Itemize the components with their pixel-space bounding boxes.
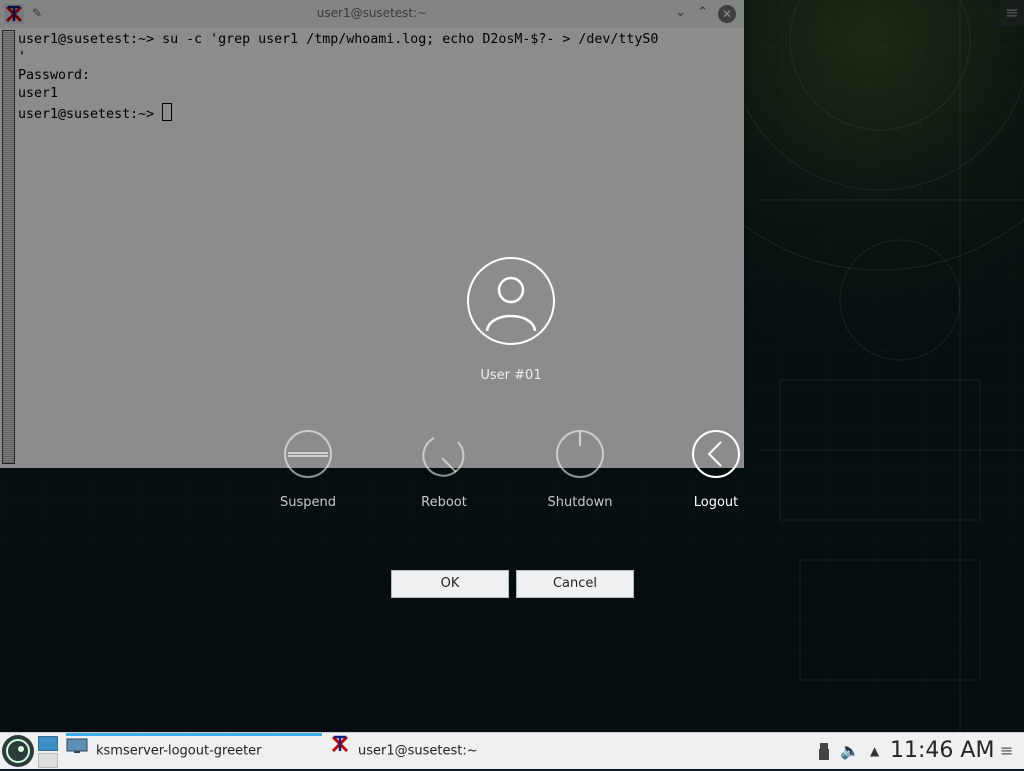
desktop-1[interactable]: [38, 736, 58, 751]
reboot-icon: [420, 430, 468, 478]
panel-menu-icon[interactable]: ≡: [1000, 733, 1013, 769]
logout-button[interactable]: Logout: [666, 430, 766, 510]
cancel-button[interactable]: Cancel: [516, 570, 634, 598]
monitor-icon: [66, 736, 88, 766]
application-launcher-icon[interactable]: [2, 735, 34, 767]
shutdown-label: Shutdown: [547, 495, 613, 510]
task-terminal[interactable]: user1@susetest:~: [330, 733, 580, 769]
desktop-2[interactable]: [38, 753, 58, 768]
xterm-icon: [330, 733, 350, 769]
shutdown-button[interactable]: Shutdown: [530, 430, 630, 510]
logout-icon: [692, 430, 740, 478]
taskbar: ksmserver-logout-greeter user1@susetest:…: [0, 732, 1024, 769]
ok-button[interactable]: OK: [391, 570, 509, 598]
volume-icon[interactable]: 🔈: [840, 733, 860, 769]
task-label: ksmserver-logout-greeter: [96, 743, 262, 759]
shutdown-icon: [556, 430, 604, 478]
suspend-icon: [284, 430, 332, 478]
suspend-button[interactable]: Suspend: [258, 430, 358, 510]
reboot-button[interactable]: Reboot: [394, 430, 494, 510]
logout-dialog: User #01 Suspend Reboot Shutdown Logout …: [0, 0, 1024, 732]
usb-device-icon[interactable]: [818, 733, 830, 769]
task-logout-greeter[interactable]: ksmserver-logout-greeter: [66, 733, 322, 769]
clock[interactable]: 11:46 AM: [890, 733, 994, 769]
reboot-label: Reboot: [421, 495, 467, 510]
logout-label: Logout: [693, 495, 739, 510]
suspend-label: Suspend: [279, 495, 336, 510]
task-label: user1@susetest:~: [358, 743, 478, 759]
expand-tray-icon[interactable]: ▲: [870, 733, 879, 769]
virtual-desktop-pager[interactable]: [38, 736, 58, 768]
user-name: User #01: [480, 368, 542, 383]
user-avatar-icon: [467, 257, 555, 345]
